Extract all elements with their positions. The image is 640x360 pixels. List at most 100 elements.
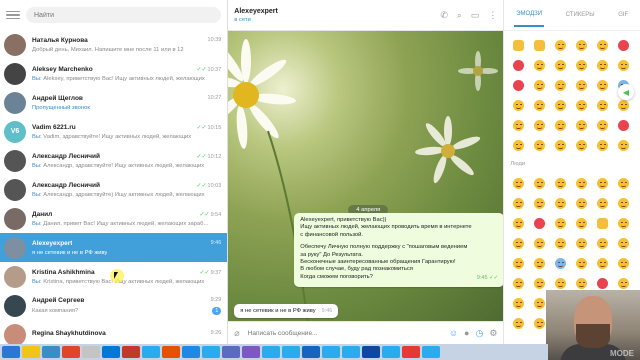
emoji-icon[interactable] — [571, 193, 592, 213]
incoming-message[interactable]: я не сетевик и не в РФ живу 9:46 — [234, 304, 339, 318]
hamburger-menu-icon[interactable] — [6, 8, 20, 22]
chat-list-item[interactable]: Regina Shaykhutdinova 9:26 — [0, 320, 227, 344]
taskbar-app-icon[interactable] — [282, 346, 300, 358]
microphone-icon[interactable]: ● — [464, 328, 469, 338]
emoji-icon[interactable] — [613, 135, 634, 155]
emoji-icon[interactable] — [613, 233, 634, 253]
emoji-icon[interactable] — [571, 115, 592, 135]
attach-icon[interactable]: ⌀ — [234, 328, 239, 339]
emoji-icon[interactable] — [592, 95, 613, 115]
taskbar-app-icon[interactable] — [422, 346, 440, 358]
more-options-icon[interactable]: ⋮ — [488, 10, 497, 21]
search-icon[interactable]: ⌕ — [457, 10, 462, 21]
taskbar-app-icon[interactable] — [322, 346, 340, 358]
emoji-icon[interactable] — [613, 35, 634, 55]
emoji-icon[interactable] — [508, 233, 529, 253]
taskbar-app-icon[interactable] — [302, 346, 320, 358]
taskbar-app-icon[interactable] — [342, 346, 360, 358]
emoji-icon[interactable] — [508, 95, 529, 115]
emoji-icon[interactable] — [613, 173, 634, 193]
taskbar-app-icon[interactable] — [222, 346, 240, 358]
chat-list-item[interactable]: Данил ✓✓9:54 Вы: Данил, привет Вас! Ищу ак… — [0, 204, 227, 233]
emoji-icon[interactable] — [571, 95, 592, 115]
emoji-icon[interactable]: ☺ — [449, 328, 458, 338]
chat-list-item[interactable]: Александр Лесничий ✓✓10:12 Вы: Александр, … — [0, 146, 227, 175]
emoji-icon[interactable] — [613, 193, 634, 213]
taskbar-app-icon[interactable] — [382, 346, 400, 358]
emoji-icon[interactable] — [592, 173, 613, 193]
emoji-icon[interactable] — [613, 213, 634, 233]
emoji-icon[interactable] — [508, 135, 529, 155]
header-info[interactable]: Alexeyexpert в сети — [234, 8, 440, 23]
search-input[interactable] — [26, 7, 222, 23]
emoji-icon[interactable] — [550, 253, 571, 273]
emoji-icon[interactable] — [529, 173, 550, 193]
emoji-icon[interactable] — [571, 55, 592, 75]
emoji-icon[interactable] — [613, 115, 634, 135]
emoji-icon[interactable] — [529, 55, 550, 75]
emoji-icon[interactable] — [508, 193, 529, 213]
emoji-icon[interactable] — [613, 55, 634, 75]
taskbar-app-icon[interactable] — [82, 346, 100, 358]
emoji-icon[interactable] — [550, 233, 571, 253]
chat-list-item[interactable]: Alexeyexpert 9:46 я не сетевик и не в РФ ж… — [0, 233, 228, 262]
taskbar-app-icon[interactable] — [162, 346, 180, 358]
emoji-icon[interactable] — [550, 193, 571, 213]
emoji-icon[interactable] — [529, 233, 550, 253]
emoji-icon[interactable] — [529, 75, 550, 95]
taskbar-app-icon[interactable] — [242, 346, 260, 358]
taskbar-app-icon[interactable] — [262, 346, 280, 358]
emoji-icon[interactable] — [550, 55, 571, 75]
sidebar-toggle-icon[interactable]: ▭ — [471, 10, 480, 21]
taskbar-app-icon[interactable] — [122, 346, 140, 358]
emoji-icon[interactable] — [550, 213, 571, 233]
emoji-icon[interactable] — [592, 213, 613, 233]
emoji-icon[interactable] — [571, 253, 592, 273]
taskbar-app-icon[interactable] — [202, 346, 220, 358]
taskbar-app-icon[interactable] — [22, 346, 40, 358]
chat-list-item[interactable]: Наталья Курнова 10:39 Добрый день, Михаил.… — [0, 30, 227, 59]
emoji-icon[interactable] — [571, 173, 592, 193]
emoji-icon[interactable] — [508, 55, 529, 75]
emoji-icon[interactable] — [529, 193, 550, 213]
emoji-icon[interactable] — [592, 75, 613, 95]
emoji-icon[interactable] — [571, 233, 592, 253]
emoji-icon[interactable] — [550, 95, 571, 115]
emoji-icon[interactable] — [508, 293, 529, 313]
emoji-icon[interactable] — [592, 253, 613, 273]
emoji-icon[interactable] — [508, 313, 529, 333]
schedule-icon[interactable]: ◷ — [475, 328, 483, 339]
emoji-icon[interactable] — [613, 253, 634, 273]
taskbar-app-icon[interactable] — [62, 346, 80, 358]
chat-list-item[interactable]: Андрей Сергеев 9:29 Какая компания? 1 — [0, 291, 227, 320]
tab-emoji[interactable]: ЭМОДЗИ — [514, 3, 545, 27]
emoji-icon[interactable] — [592, 55, 613, 75]
taskbar-app-icon[interactable] — [102, 346, 120, 358]
emoji-icon[interactable] — [529, 135, 550, 155]
taskbar-app-icon[interactable] — [42, 346, 60, 358]
tab-stickers[interactable]: СТИКЕРЫ — [564, 4, 597, 26]
emoji-icon[interactable] — [550, 173, 571, 193]
emoji-icon[interactable] — [508, 35, 529, 55]
chat-list-item[interactable]: V6 Vadim 6221.ru ✓✓10:15 Вы: Vadim, здравст… — [0, 117, 227, 146]
taskbar-app-icon[interactable] — [362, 346, 380, 358]
emoji-icon[interactable] — [571, 135, 592, 155]
taskbar-app-icon[interactable] — [182, 346, 200, 358]
emoji-icon[interactable] — [592, 233, 613, 253]
emoji-icon[interactable] — [550, 115, 571, 135]
emoji-icon[interactable] — [571, 35, 592, 55]
emoji-icon[interactable] — [592, 115, 613, 135]
emoji-icon[interactable] — [508, 273, 529, 293]
emoji-icon[interactable] — [592, 135, 613, 155]
emoji-icon[interactable] — [529, 95, 550, 115]
phone-icon[interactable]: ✆ — [440, 10, 448, 21]
emoji-icon[interactable] — [508, 213, 529, 233]
emoji-icon[interactable] — [508, 253, 529, 273]
emoji-icon[interactable] — [592, 35, 613, 55]
taskbar-app-icon[interactable] — [2, 346, 20, 358]
emoji-icon[interactable] — [592, 193, 613, 213]
emoji-icon[interactable] — [529, 35, 550, 55]
emoji-icon[interactable] — [529, 115, 550, 135]
emoji-icon[interactable] — [571, 75, 592, 95]
emoji-icon[interactable] — [571, 213, 592, 233]
